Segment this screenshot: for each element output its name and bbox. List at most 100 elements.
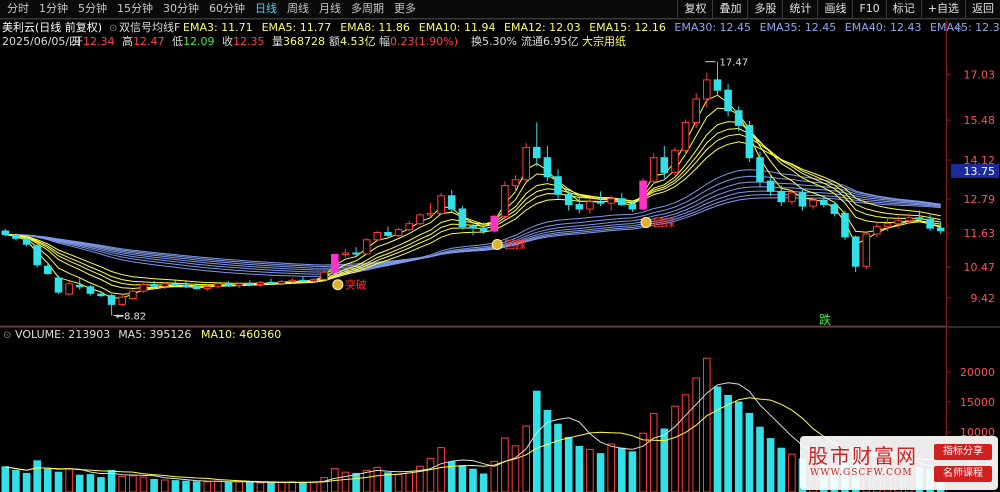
candle-body xyxy=(734,110,743,126)
candle-body xyxy=(713,79,722,91)
tool-button-5[interactable]: F10 xyxy=(852,0,885,18)
candle-body xyxy=(873,226,881,235)
tool-button-3[interactable]: 统计 xyxy=(782,0,817,18)
volume-bar xyxy=(724,394,732,492)
volume-bar xyxy=(596,453,605,492)
tool-button-7[interactable]: +自选 xyxy=(920,0,965,18)
candle-body xyxy=(331,254,339,273)
candle-body xyxy=(851,236,860,267)
volume-bar xyxy=(12,469,20,492)
volume-settings-icon[interactable]: ⊙ xyxy=(3,330,11,341)
volume-tick-label: 15000 xyxy=(960,396,995,409)
tool-button-2[interactable]: 多股 xyxy=(747,0,782,18)
volume-bar xyxy=(320,477,328,492)
bar-date: 2025/06/05/四 xyxy=(2,35,80,48)
volume-bar xyxy=(756,426,764,492)
candle-body xyxy=(936,227,945,232)
candle-body xyxy=(352,252,360,255)
price-tick-label: 10.47 xyxy=(964,261,996,274)
tool-button-6[interactable]: 标记 xyxy=(885,0,921,18)
volume-bar xyxy=(171,480,180,492)
candle-body xyxy=(926,218,934,229)
candle-body xyxy=(161,283,169,287)
candle-body xyxy=(586,201,594,210)
volume-bar xyxy=(649,412,658,492)
candle-body xyxy=(107,295,116,305)
candle-body xyxy=(724,89,732,112)
ema-legend-item: EMA35: 12.45 xyxy=(760,21,837,34)
ema-legend-item: EMA15: 12.16 xyxy=(589,21,666,34)
tool-button-4[interactable]: 画线 xyxy=(817,0,852,18)
volume-bar xyxy=(246,481,254,492)
period-tab-9[interactable]: 多周期 xyxy=(346,0,389,18)
candle-body xyxy=(639,180,647,210)
kline-chart[interactable]: 17.0315.4814.1212.7911.6310.479.4213.75 … xyxy=(0,0,1000,492)
ema-legend-item: EMA3: 11.71 xyxy=(183,21,253,34)
ema-legend-item: EMA40: 12.43 xyxy=(845,21,922,34)
indicator-settings-icon[interactable]: ⊙ xyxy=(109,23,117,34)
candle-body xyxy=(309,278,318,282)
tool-button-1[interactable]: 叠加 xyxy=(712,0,747,18)
candle-body xyxy=(426,212,435,216)
volume-bar xyxy=(288,481,297,492)
ema-legend: EMA3: 11.71 EMA5: 11.77 EMA8: 11.86 EMA10: … xyxy=(183,21,1000,34)
volume-bar xyxy=(65,468,73,492)
candle-body xyxy=(703,79,711,100)
volume-bar xyxy=(203,481,212,492)
candle-body xyxy=(1,230,10,235)
candle-body xyxy=(511,179,520,187)
current-price-label: 13.75 xyxy=(964,165,996,178)
candle-body xyxy=(44,265,52,275)
stock-title: 美利云(日线 前复权) xyxy=(2,20,102,34)
period-tab-6[interactable]: 日线 xyxy=(250,0,282,18)
candle-body xyxy=(766,180,775,192)
volume-bar xyxy=(256,482,265,492)
period-tab-0[interactable]: 分时 xyxy=(2,0,34,18)
candle-body xyxy=(182,284,190,288)
quote-label: 流通 xyxy=(521,34,543,48)
ema-legend-item: EMA10: 11.94 xyxy=(419,21,496,34)
volume-bar xyxy=(97,477,105,492)
candle-body xyxy=(883,223,892,228)
ema-10-line xyxy=(5,127,941,287)
volume-bar xyxy=(394,474,403,492)
candle-body xyxy=(788,192,796,203)
volume-bar xyxy=(692,377,701,492)
quote-value: 4.53亿 xyxy=(340,35,376,48)
price-axis: 17.0315.4814.1212.7911.6310.479.4213.75 xyxy=(946,69,999,305)
quote-label: 额 xyxy=(329,35,340,48)
candle-body xyxy=(479,227,488,232)
volume-bar xyxy=(86,474,95,492)
period-tab-10[interactable]: 更多 xyxy=(389,0,421,18)
candle-body xyxy=(150,283,158,287)
volume-bar xyxy=(639,432,647,492)
candle-body xyxy=(139,283,148,292)
volume-bar xyxy=(618,447,626,492)
candle-body xyxy=(22,238,31,245)
period-tab-8[interactable]: 月线 xyxy=(314,0,346,18)
watermark-name: 股市财富网 xyxy=(808,444,918,468)
volume-header-item: VOLUME: 213903 xyxy=(15,328,110,341)
volume-bar xyxy=(522,425,531,492)
volume-bar xyxy=(788,453,796,492)
quote-value: 12.34 xyxy=(83,35,115,48)
tool-button-0[interactable]: 复权 xyxy=(677,0,712,18)
quote-label: 开 xyxy=(72,35,83,48)
volume-header-item: MA10: 460360 xyxy=(201,328,281,341)
price-tick-label: 15.48 xyxy=(964,114,996,127)
period-tab-5[interactable]: 60分钟 xyxy=(204,0,250,18)
candle-body xyxy=(437,195,445,214)
volume-bar xyxy=(118,475,127,492)
quote-value: 5.30% xyxy=(482,35,517,48)
period-tab-1[interactable]: 1分钟 xyxy=(34,0,73,18)
period-tab-4[interactable]: 30分钟 xyxy=(158,0,204,18)
period-tab-7[interactable]: 周线 xyxy=(282,0,314,18)
volume-bar xyxy=(150,478,158,492)
expand-icon[interactable]: ◇ xyxy=(955,23,963,34)
quote-label: 收 xyxy=(222,34,233,48)
volume-bar xyxy=(33,460,42,492)
period-tab-2[interactable]: 5分钟 xyxy=(73,0,112,18)
candle-body xyxy=(607,198,616,204)
tool-button-8[interactable]: 返回 xyxy=(965,0,1000,18)
period-tab-3[interactable]: 15分钟 xyxy=(112,0,158,18)
